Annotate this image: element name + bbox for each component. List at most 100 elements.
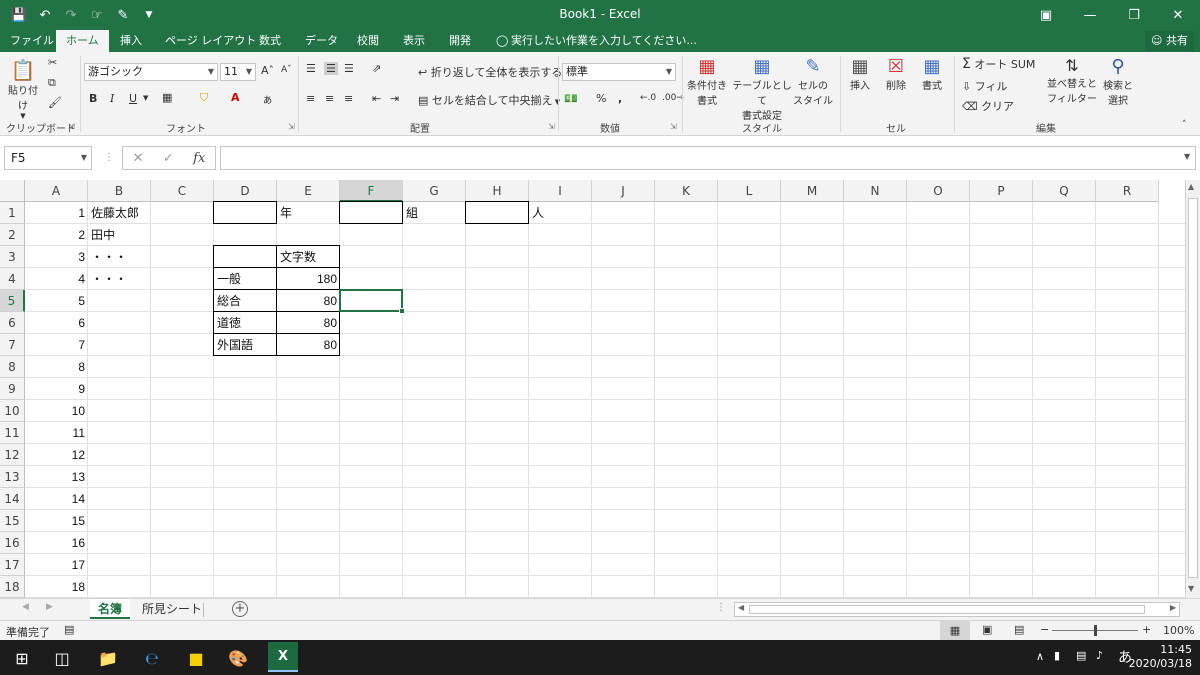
- copy-icon[interactable]: ⧉: [48, 76, 56, 90]
- tab-developer[interactable]: 開発: [447, 30, 473, 52]
- column-header-d[interactable]: D: [214, 180, 277, 202]
- clock[interactable]: 11:45 2020/03/18: [1129, 643, 1192, 671]
- normal-view-icon[interactable]: ▦: [940, 621, 970, 640]
- column-header-i[interactable]: I: [529, 180, 592, 202]
- fill-button[interactable]: ⇩ フィル: [962, 78, 1008, 94]
- customize-qat-icon[interactable]: ▼: [138, 5, 160, 25]
- column-header-a[interactable]: A: [25, 180, 88, 202]
- increase-indent-icon[interactable]: ⇥: [390, 92, 399, 105]
- excel-taskbar-icon[interactable]: X: [268, 642, 298, 672]
- cell-styles-button[interactable]: ✎ セルの スタイル: [792, 56, 834, 107]
- delete-cells-button[interactable]: ☒ 削除: [880, 56, 912, 92]
- windows-start-icon[interactable]: ⊞: [10, 646, 34, 670]
- select-all-corner[interactable]: [0, 180, 25, 202]
- enter-icon[interactable]: ✓: [163, 151, 174, 166]
- volume-icon[interactable]: ♪: [1096, 649, 1103, 662]
- zoom-level[interactable]: 100%: [1163, 624, 1194, 637]
- minimize-icon[interactable]: —: [1068, 0, 1112, 30]
- row-header-10[interactable]: 10: [0, 400, 25, 422]
- align-center-icon[interactable]: ≡: [325, 92, 334, 105]
- top-align-icon[interactable]: ☰: [306, 62, 316, 75]
- sticky-notes-icon[interactable]: ■: [184, 646, 208, 670]
- row-header-14[interactable]: 14: [0, 488, 25, 510]
- tab-page-layout[interactable]: ページ レイアウト: [163, 30, 258, 52]
- row-header-12[interactable]: 12: [0, 444, 25, 466]
- cell-i1[interactable]: 人: [529, 202, 592, 224]
- active-cell-selection[interactable]: [339, 289, 405, 314]
- align-left-icon[interactable]: ≡: [306, 92, 315, 105]
- font-size-combo[interactable]: 11 ▼: [220, 63, 256, 81]
- next-sheet-icon[interactable]: ▶: [46, 602, 53, 612]
- worksheet-grid[interactable]: ▲ ▼ A B C D E F G H I J K L M N O P Q R 1 2 3 4 5 6 7 8 9 10 11 12 13 1…: [0, 180, 1200, 598]
- row-header-11[interactable]: 11: [0, 422, 25, 444]
- row-header-9[interactable]: 9: [0, 378, 25, 400]
- tab-review[interactable]: 校閲: [355, 30, 381, 52]
- column-header-k[interactable]: K: [655, 180, 718, 202]
- cell-a12[interactable]: 12: [25, 444, 88, 466]
- cell-a4[interactable]: 4: [25, 268, 88, 290]
- cell-b2[interactable]: 田中: [88, 224, 151, 246]
- save-icon[interactable]: 💾: [8, 5, 30, 25]
- decrease-font-icon[interactable]: Aˇ: [281, 65, 292, 75]
- restore-icon[interactable]: ❐: [1112, 0, 1156, 30]
- cancel-icon[interactable]: ✕: [133, 151, 144, 166]
- cell-e1[interactable]: 年: [277, 202, 340, 224]
- currency-icon[interactable]: 💵: [564, 92, 578, 105]
- autosum-button[interactable]: Σ オート SUM: [962, 56, 1035, 72]
- format-as-table-button[interactable]: ▦ テーブルとして 書式設定: [730, 56, 794, 122]
- number-launcher-icon[interactable]: ⇲: [670, 122, 677, 131]
- cell-a2[interactable]: 2: [25, 224, 88, 246]
- cell-a1[interactable]: 1: [25, 202, 88, 224]
- page-break-view-icon[interactable]: ▤: [1014, 623, 1024, 636]
- column-header-o[interactable]: O: [907, 180, 970, 202]
- align-right-icon[interactable]: ≡: [344, 92, 353, 105]
- battery-icon[interactable]: ▮: [1054, 649, 1060, 662]
- task-view-icon[interactable]: ◫: [50, 646, 74, 670]
- zoom-out-icon[interactable]: −: [1040, 623, 1049, 636]
- cell-a17[interactable]: 17: [25, 554, 88, 576]
- bottom-align-icon[interactable]: ☰: [344, 62, 354, 75]
- bold-button[interactable]: B: [89, 92, 97, 105]
- row-header-15[interactable]: 15: [0, 510, 25, 532]
- phonetic-icon[interactable]: ぁ: [262, 91, 273, 107]
- row-header-18[interactable]: 18: [0, 576, 25, 598]
- cell-b3[interactable]: ・・・: [88, 246, 151, 268]
- row-header-13[interactable]: 13: [0, 466, 25, 488]
- cell-a8[interactable]: 8: [25, 356, 88, 378]
- format-painter-qat-icon[interactable]: ✎: [112, 5, 134, 25]
- zoom-slider-thumb[interactable]: [1094, 625, 1097, 636]
- horizontal-scrollbar[interactable]: ◀ ▶: [734, 602, 1180, 617]
- tab-data[interactable]: データ: [303, 30, 340, 52]
- find-select-button[interactable]: ⚲ 検索と 選択: [1100, 56, 1136, 107]
- italic-button[interactable]: I: [110, 92, 114, 105]
- row-header-3[interactable]: 3: [0, 246, 25, 268]
- font-launcher-icon[interactable]: ⇲: [288, 122, 295, 131]
- tab-view[interactable]: 表示: [401, 30, 427, 52]
- vertical-scrollbar[interactable]: ▲ ▼: [1185, 180, 1200, 598]
- scroll-down-icon[interactable]: ▼: [1188, 584, 1194, 593]
- row-header-4[interactable]: 4: [0, 268, 25, 290]
- vertical-scroll-thumb[interactable]: [1188, 198, 1198, 578]
- alignment-launcher-icon[interactable]: ⇲: [548, 122, 555, 131]
- column-header-h[interactable]: H: [466, 180, 529, 202]
- row-header-8[interactable]: 8: [0, 356, 25, 378]
- column-header-g[interactable]: G: [403, 180, 466, 202]
- ribbon-display-icon[interactable]: ▣: [1024, 0, 1068, 30]
- paste-button[interactable]: 📋 貼り付け ▼: [6, 58, 40, 120]
- wrap-text-button[interactable]: ↩ 折り返して全体を表示する: [418, 64, 562, 80]
- row-header-16[interactable]: 16: [0, 532, 25, 554]
- column-header-b[interactable]: B: [88, 180, 151, 202]
- chevron-up-icon[interactable]: ∧: [1036, 650, 1044, 663]
- comma-icon[interactable]: ,: [618, 92, 622, 105]
- tab-home[interactable]: ホーム: [56, 30, 109, 52]
- sort-filter-button[interactable]: ⇅ 並べ替えと フィルター: [1044, 56, 1100, 105]
- column-header-j[interactable]: J: [592, 180, 655, 202]
- format-painter-icon[interactable]: 🖌: [48, 96, 62, 109]
- column-header-f[interactable]: F: [340, 180, 403, 202]
- cell-a14[interactable]: 14: [25, 488, 88, 510]
- fill-color-icon[interactable]: ⛉: [200, 91, 208, 105]
- cell-b4[interactable]: ・・・: [88, 268, 151, 290]
- row-header-7[interactable]: 7: [0, 334, 25, 356]
- cell-g1[interactable]: 組: [403, 202, 466, 224]
- close-icon[interactable]: ✕: [1156, 0, 1200, 30]
